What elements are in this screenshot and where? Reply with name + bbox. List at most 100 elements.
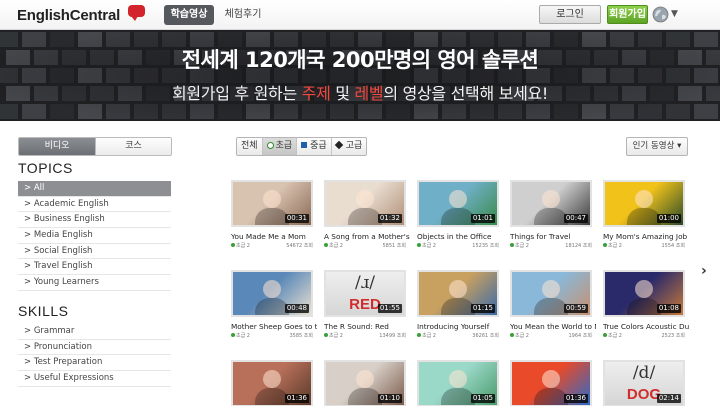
green-circle-icon (324, 333, 328, 337)
video-title[interactable]: My Mom's Amazing Job (603, 232, 689, 241)
video-meta: 초급 2 1554 조회 (603, 242, 685, 249)
video-views: 1964 조회 (568, 333, 592, 339)
skills-heading: SKILLS (18, 303, 69, 319)
video-meta: 초급 2 5851 조회 (324, 242, 406, 249)
sidebar-item-academic-english[interactable]: > Academic English (18, 197, 171, 213)
video-thumbnail[interactable]: 01:00 (603, 180, 685, 227)
video-duration: 01:15 (470, 304, 495, 313)
nav-tab-testimonials[interactable]: 체험후기 (218, 5, 268, 25)
content-type-toggle: 비디오 코스 (18, 137, 172, 156)
hero-banner: 전세계 120개국 200만명의 영어 솔루션 회원가입 후 원하는 주제 및 … (0, 30, 720, 121)
sidebar-item-pronunciation[interactable]: > Pronunciation (18, 340, 171, 356)
video-title[interactable]: Objects in the Office (417, 232, 503, 241)
video-thumbnail[interactable]: 01:01 (417, 180, 499, 227)
hero-title: 전세계 120개국 200만명의 영어 솔루션 (181, 48, 539, 72)
sidebar-item-travel-english[interactable]: > Travel English (18, 259, 171, 276)
video-duration: 01:05 (470, 394, 495, 403)
topics-heading: TOPICS (18, 160, 73, 176)
video-views: 36261 조회 (472, 333, 499, 339)
sidebar-item-test-preparation[interactable]: > Test Preparation (18, 355, 171, 372)
video-thumbnail[interactable]: 01:15 (417, 270, 499, 317)
green-circle-icon (417, 333, 421, 337)
topics-list: > All > Academic English > Business Engl… (18, 181, 171, 291)
hero-subtitle: 회원가입 후 원하는 주제 및 레벨의 영상을 선택해 보세요! (171, 84, 549, 103)
video-title[interactable]: Things for Travel (510, 232, 596, 241)
video-thumbnail[interactable]: 00:47 (510, 180, 592, 227)
video-duration: 02:14 (656, 394, 681, 403)
sidebar-item-grammar[interactable]: > Grammar (18, 324, 171, 340)
video-views: 5851 조회 (382, 243, 406, 249)
video-level: 초급 2 (608, 243, 622, 249)
video-duration: 01:55 (377, 304, 402, 313)
filter-advanced[interactable]: 고급 (330, 138, 367, 155)
logo[interactable]: EnglishCentral (17, 7, 120, 24)
video-thumbnail[interactable]: 01:32 (324, 180, 406, 227)
video-level: 초급 2 (608, 333, 622, 339)
green-circle-icon (417, 243, 421, 247)
filter-all[interactable]: 전체 (237, 138, 262, 155)
green-circle-icon (231, 333, 235, 337)
video-duration: 01:01 (470, 214, 495, 223)
video-title[interactable]: You Made Me a Mom (231, 232, 317, 241)
video-duration: 01:36 (563, 394, 588, 403)
sidebar-item-business-english[interactable]: > Business English (18, 212, 171, 229)
nav-tab-learning-videos[interactable]: 학습영상 (164, 5, 214, 25)
sort-dropdown[interactable]: 인기 동영상 ▾ (626, 137, 688, 156)
video-title[interactable]: A Song from a Mother's... (324, 232, 410, 241)
green-circle-icon (231, 243, 235, 247)
video-thumbnail[interactable]: 01:08 (603, 270, 685, 317)
next-page-arrow[interactable]: › (701, 263, 707, 279)
video-views: 54672 조회 (286, 243, 313, 249)
video-meta: 초급 2 2523 조회 (603, 332, 685, 339)
sidebar-item-social-english[interactable]: > Social English (18, 244, 171, 260)
signup-button[interactable]: 회원가입 (607, 5, 648, 24)
video-meta: 초급 2 13499 조회 (324, 332, 406, 339)
sidebar-item-media-english[interactable]: > Media English (18, 228, 171, 244)
video-title[interactable]: Introducing Yourself (417, 322, 503, 331)
green-circle-icon (510, 333, 514, 337)
video-thumbnail[interactable]: 01:36 (510, 360, 592, 406)
video-title[interactable]: You Mean the World to Me (510, 322, 596, 331)
black-diamond-icon (334, 140, 343, 150)
video-thumbnail[interactable]: 01:05 (417, 360, 499, 406)
video-thumbnail[interactable]: 00:48 (231, 270, 313, 317)
video-duration: 00:59 (563, 304, 588, 313)
globe-icon[interactable] (652, 6, 669, 23)
green-circle-icon (324, 243, 328, 247)
video-thumbnail[interactable]: 01:10 (324, 360, 406, 406)
video-thumbnail[interactable]: 01:36 (231, 360, 313, 406)
filter-intermediate[interactable]: 중급 (296, 138, 331, 155)
sidebar-item-young-learners[interactable]: > Young Learners (18, 275, 171, 291)
video-views: 15235 조회 (472, 243, 499, 249)
speech-bubble-icon (128, 5, 145, 21)
video-title[interactable]: True Colors Acoustic Duet (603, 322, 689, 331)
video-title[interactable]: The R Sound: Red (324, 322, 410, 331)
thumbnail-phonetic: /ɹ/ (355, 273, 375, 293)
green-circle-icon (510, 243, 514, 247)
video-thumbnail[interactable]: 00:31 (231, 180, 313, 227)
video-title[interactable]: Mother Sheep Goes to th... (231, 322, 317, 331)
video-meta: 초급 2 36261 조회 (417, 332, 499, 339)
video-duration: 00:47 (563, 214, 588, 223)
video-thumbnail[interactable]: /d/DOG 02:14 (603, 360, 685, 406)
filter-beginner[interactable]: 초급 (261, 138, 297, 155)
thumbnail-phonetic: /d/ (632, 363, 656, 383)
video-level: 초급 2 (515, 243, 529, 249)
sidebar-item-all[interactable]: > All (18, 181, 171, 197)
toggle-video[interactable]: 비디오 (19, 138, 95, 155)
video-meta: 초급 2 3585 조회 (231, 332, 313, 339)
sidebar-item-useful-expressions[interactable]: > Useful Expressions (18, 371, 171, 387)
video-thumbnail[interactable]: 00:59 (510, 270, 592, 317)
video-duration: 01:00 (656, 214, 681, 223)
toggle-course[interactable]: 코스 (95, 138, 171, 155)
video-duration: 01:32 (377, 214, 402, 223)
video-level: 초급 2 (236, 333, 250, 339)
chevron-down-icon[interactable]: ▼ (671, 9, 678, 19)
green-circle-icon (603, 333, 607, 337)
level-filter: 전체 초급 중급 고급 (236, 137, 368, 156)
video-views: 3585 조회 (289, 333, 313, 339)
skills-list: > Grammar > Pronunciation > Test Prepara… (18, 324, 171, 387)
video-thumbnail[interactable]: /ɹ/RED 01:55 (324, 270, 406, 317)
login-button[interactable]: 로그인 (539, 5, 601, 24)
video-level: 초급 2 (329, 333, 343, 339)
